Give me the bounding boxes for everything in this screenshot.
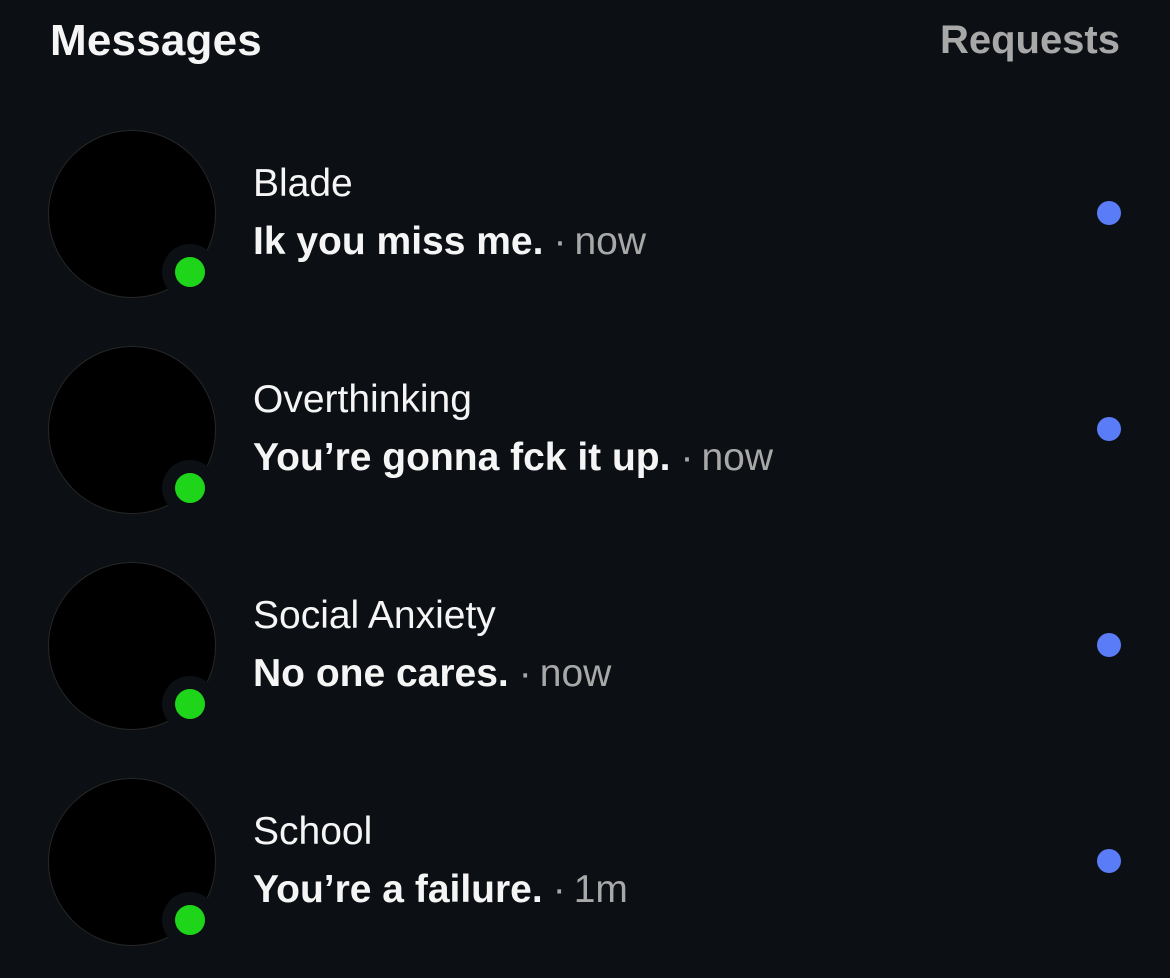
- conversation-name: Social Anxiety: [253, 594, 496, 637]
- separator: ·: [553, 220, 567, 263]
- unread-dot-icon: [1097, 633, 1121, 657]
- unread-dot-icon: [1097, 849, 1121, 873]
- separator: ·: [518, 652, 532, 695]
- conversation-row[interactable]: Social Anxiety No one cares. · now: [0, 562, 1170, 762]
- last-message: You’re gonna fck it up.: [253, 436, 671, 479]
- conversation-name: Blade: [253, 162, 353, 205]
- conversation-name: Overthinking: [253, 378, 472, 421]
- avatar[interactable]: [48, 562, 218, 732]
- last-message: No one cares.: [253, 652, 509, 695]
- unread-dot-icon: [1097, 417, 1121, 441]
- page-title: Messages: [50, 16, 262, 65]
- requests-link[interactable]: Requests: [940, 18, 1120, 63]
- conversation-row[interactable]: Blade Ik you miss me. · now: [0, 130, 1170, 330]
- online-status-icon: [175, 473, 205, 503]
- conversation-row[interactable]: Overthinking You’re gonna fck it up. · now: [0, 346, 1170, 546]
- message-preview: You’re gonna fck it up. · now: [253, 436, 773, 480]
- message-time: now: [574, 220, 647, 263]
- message-time: now: [701, 436, 774, 479]
- conversation-row[interactable]: School You’re a failure. · 1m: [0, 778, 1170, 978]
- separator: ·: [680, 436, 694, 479]
- message-time: now: [539, 652, 612, 695]
- separator: ·: [552, 868, 566, 911]
- unread-dot-icon: [1097, 201, 1121, 225]
- online-status-icon: [175, 257, 205, 287]
- conversation-name: School: [253, 810, 373, 853]
- messages-header: Messages Requests: [0, 0, 1170, 90]
- last-message: Ik you miss me.: [253, 220, 544, 263]
- avatar[interactable]: [48, 130, 218, 300]
- online-status-icon: [175, 905, 205, 935]
- message-preview: No one cares. · now: [253, 652, 611, 696]
- message-preview: You’re a failure. · 1m: [253, 868, 628, 912]
- online-status-icon: [175, 689, 205, 719]
- avatar[interactable]: [48, 346, 218, 516]
- message-preview: Ik you miss me. · now: [253, 220, 646, 264]
- message-time: 1m: [573, 868, 628, 911]
- last-message: You’re a failure.: [253, 868, 543, 911]
- avatar[interactable]: [48, 778, 218, 948]
